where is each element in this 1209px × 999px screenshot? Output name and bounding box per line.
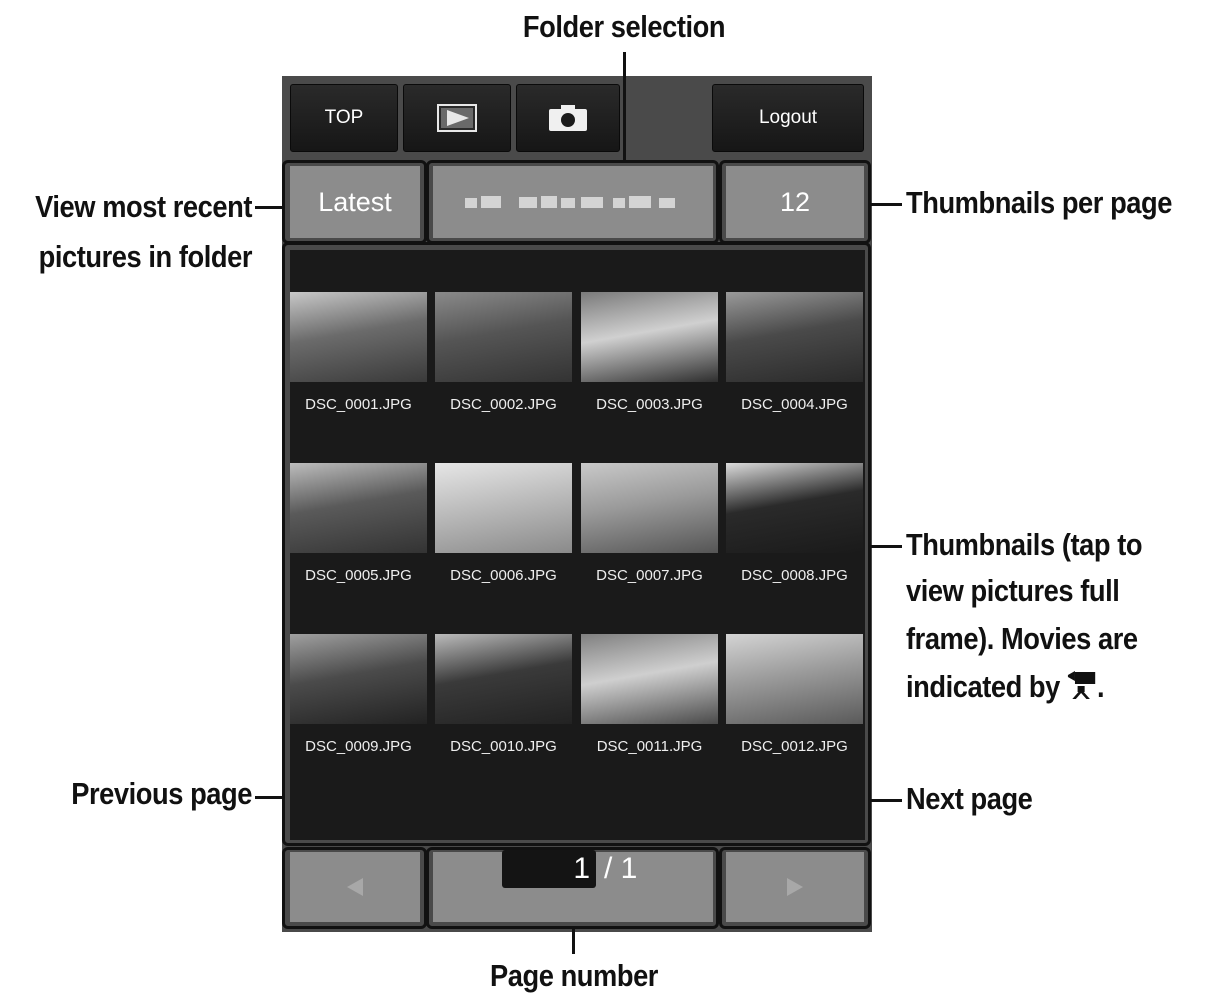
- callout-view-recent-line2: pictures in folder: [38, 239, 253, 274]
- top-button[interactable]: TOP: [290, 84, 398, 152]
- callout-thumbnails-line3: frame). Movies are: [906, 621, 1138, 656]
- movie-icon: [1067, 671, 1096, 699]
- next-page-outline: [719, 847, 871, 929]
- leader-thumbs-per-page: [870, 203, 902, 206]
- callout-thumbnails-line4-period: .: [1096, 669, 1105, 704]
- leader-thumbnails: [870, 545, 902, 548]
- callout-thumbnails-line2: view pictures full: [906, 573, 1120, 608]
- thumbnail-grid-outline: [282, 242, 871, 846]
- callout-previous-page: Previous page: [71, 776, 252, 811]
- playback-icon: [437, 104, 477, 132]
- leader-folder-selection: [623, 52, 626, 162]
- leader-view-recent: [255, 206, 284, 209]
- callout-thumbnails-line4: indicated by .: [906, 666, 1170, 708]
- logout-button[interactable]: Logout: [712, 84, 864, 152]
- top-button-label: TOP: [324, 107, 364, 128]
- camera-icon: [549, 105, 587, 131]
- camera-button[interactable]: [516, 84, 620, 152]
- playback-button[interactable]: [403, 84, 511, 152]
- callout-page-number: Page number: [490, 958, 658, 993]
- leader-previous-page: [255, 796, 284, 799]
- previous-page-outline: [282, 847, 427, 929]
- leader-page-number: [572, 928, 575, 954]
- thumbs-per-page-outline: [719, 160, 871, 244]
- callout-thumbs-per-page: Thumbnails per page: [906, 185, 1173, 220]
- callout-next-page: Next page: [906, 781, 1033, 816]
- callout-thumbnails-line1: Thumbnails (tap to: [906, 527, 1143, 562]
- callout-thumbnails-line4-text: indicated by: [906, 669, 1060, 704]
- leader-next-page: [870, 799, 902, 802]
- latest-outline: [282, 160, 427, 244]
- logout-label: Logout: [758, 107, 818, 128]
- callout-view-recent-line1: View most recent: [35, 189, 252, 224]
- folder-outline: [426, 160, 719, 244]
- page-number-outline: [426, 847, 719, 929]
- callout-folder-selection: Folder selection: [522, 9, 726, 44]
